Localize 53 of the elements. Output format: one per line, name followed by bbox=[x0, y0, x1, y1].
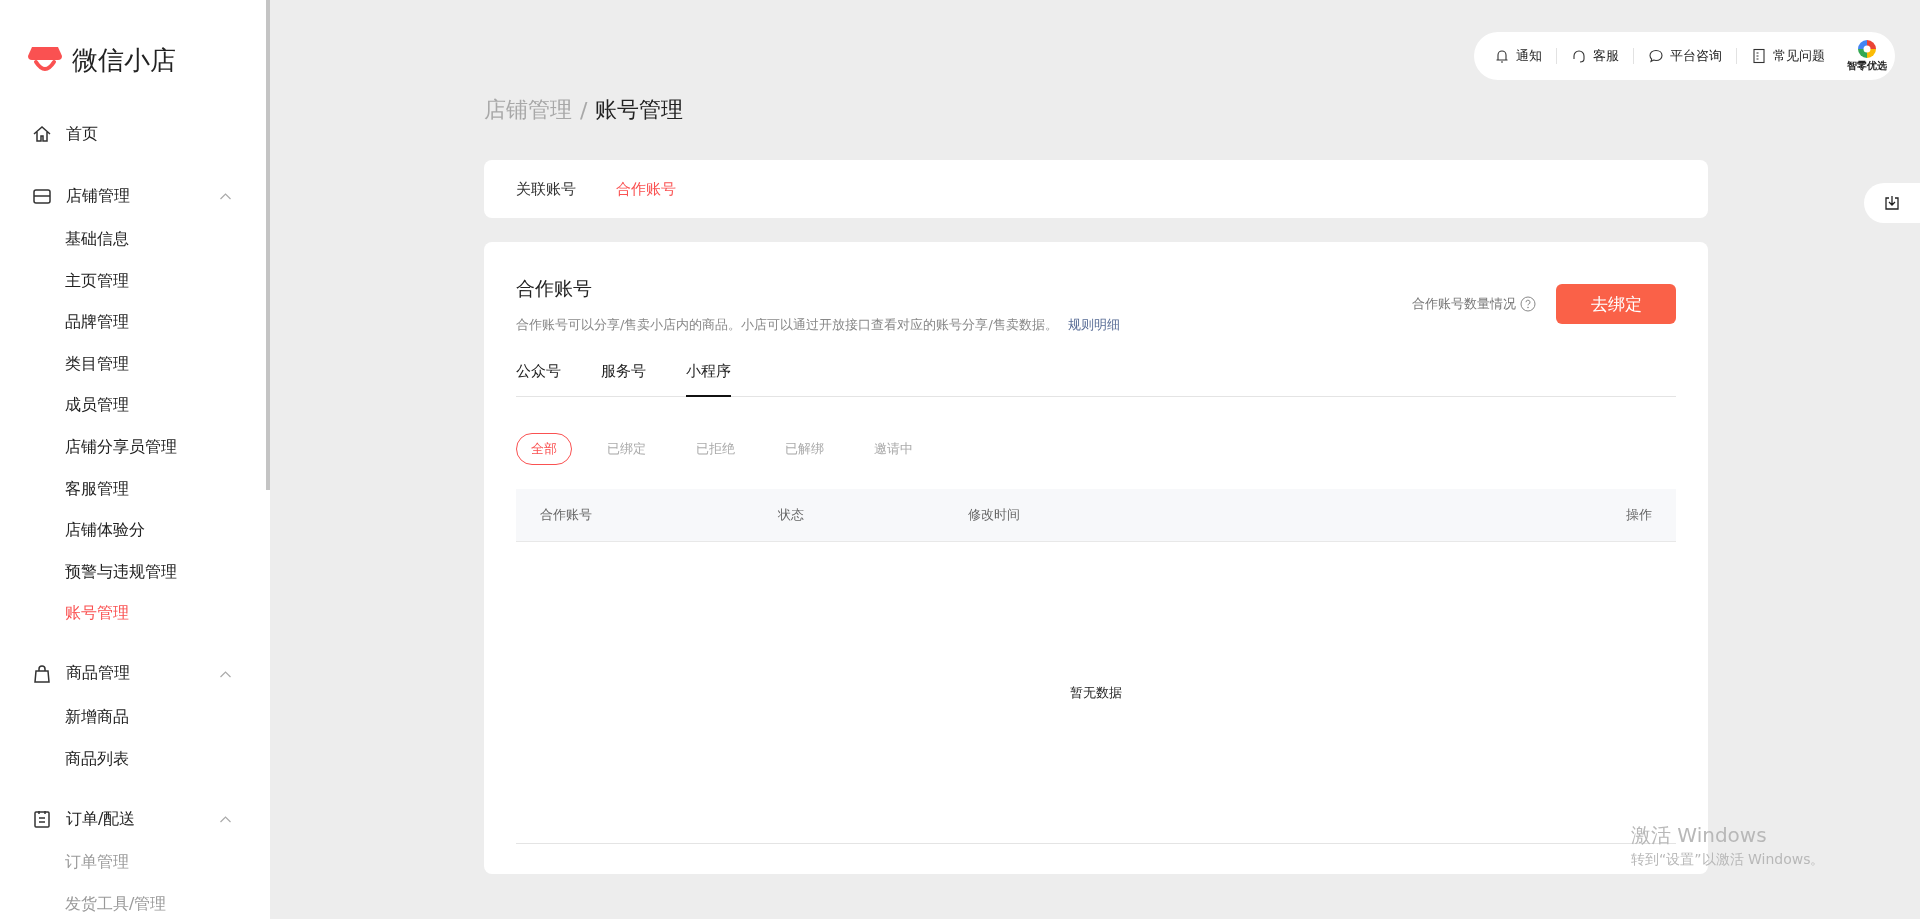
download-button[interactable] bbox=[1864, 183, 1920, 223]
chevron-icon bbox=[219, 669, 232, 678]
bag-icon bbox=[32, 663, 52, 684]
sidebar-item[interactable]: 品牌管理 bbox=[0, 301, 129, 343]
sidebar-item[interactable]: 预警与违规管理 bbox=[0, 550, 177, 593]
sidebar-item[interactable]: 类目管理 bbox=[0, 342, 129, 385]
toolbar-button[interactable]: 平台咨询 bbox=[1648, 47, 1722, 65]
toolbar-button[interactable]: 客服 bbox=[1571, 47, 1619, 65]
tab[interactable]: 关联账号 bbox=[516, 179, 576, 199]
column-header: 操作 bbox=[1626, 506, 1652, 524]
help-icon[interactable] bbox=[1520, 296, 1536, 312]
quota-label: 合作账号数量情况 bbox=[1412, 295, 1516, 313]
chevron-icon bbox=[219, 192, 232, 200]
tab[interactable]: 小程序 bbox=[686, 362, 731, 397]
brand-name: 智零优选 bbox=[1847, 59, 1887, 73]
sidebar-item[interactable]: 商品列表 bbox=[0, 737, 129, 780]
clipboard-icon bbox=[32, 809, 52, 830]
bell-icon bbox=[1494, 48, 1510, 64]
panel-title: 合作账号 bbox=[516, 276, 593, 301]
sidebar-item[interactable]: 订单/配送 bbox=[0, 797, 270, 842]
brand-logo-icon bbox=[1857, 39, 1877, 59]
tab[interactable]: 公众号 bbox=[516, 362, 561, 397]
rules-link[interactable]: 规则明细 bbox=[1067, 317, 1120, 332]
document-icon bbox=[1751, 48, 1767, 64]
toolbar-button[interactable]: 通知 bbox=[1494, 47, 1542, 65]
tab[interactable]: 服务号 bbox=[601, 362, 646, 397]
activation-title: 激活 Windows bbox=[1631, 822, 1768, 849]
store-icon bbox=[32, 186, 52, 206]
app-name: 微信小店 bbox=[72, 43, 176, 77]
scrollbar[interactable] bbox=[266, 0, 270, 490]
sidebar-item[interactable]: 店铺体验分 bbox=[0, 509, 145, 551]
column-header: 状态 bbox=[778, 506, 805, 524]
sidebar-item[interactable]: 商品管理 bbox=[0, 651, 270, 696]
sidebar-item[interactable]: 首页 bbox=[0, 112, 270, 156]
sidebar-item[interactable]: 新增商品 bbox=[0, 695, 129, 738]
chevron-icon bbox=[219, 815, 232, 824]
sidebar-item[interactable]: 成员管理 bbox=[0, 384, 129, 426]
column-header: 修改时间 bbox=[968, 506, 1021, 524]
home-icon bbox=[32, 124, 52, 144]
column-header: 合作账号 bbox=[540, 506, 593, 524]
chat-icon bbox=[1648, 48, 1664, 64]
download-icon bbox=[1884, 195, 1900, 211]
empty-message: 暂无数据 bbox=[1070, 683, 1122, 702]
sidebar-item[interactable]: 店铺分享员管理 bbox=[0, 425, 177, 468]
breadcrumb-separator: / bbox=[580, 97, 588, 123]
sidebar-item[interactable]: 基础信息 bbox=[0, 218, 129, 260]
headset-icon bbox=[1571, 48, 1587, 64]
sidebar-item[interactable]: 主页管理 bbox=[0, 259, 129, 302]
sidebar-item[interactable]: 店铺管理 bbox=[0, 174, 270, 218]
toolbar-button[interactable]: 常见问题 bbox=[1751, 47, 1825, 65]
panel-description: 合作账号可以分享/售卖小店内的商品。小店可以通过开放接口查看对应的账号分享/售卖数据。 bbox=[516, 317, 1058, 332]
sidebar-item[interactable]: 客服管理 bbox=[0, 467, 129, 510]
page-title: 账号管理 bbox=[595, 96, 684, 124]
